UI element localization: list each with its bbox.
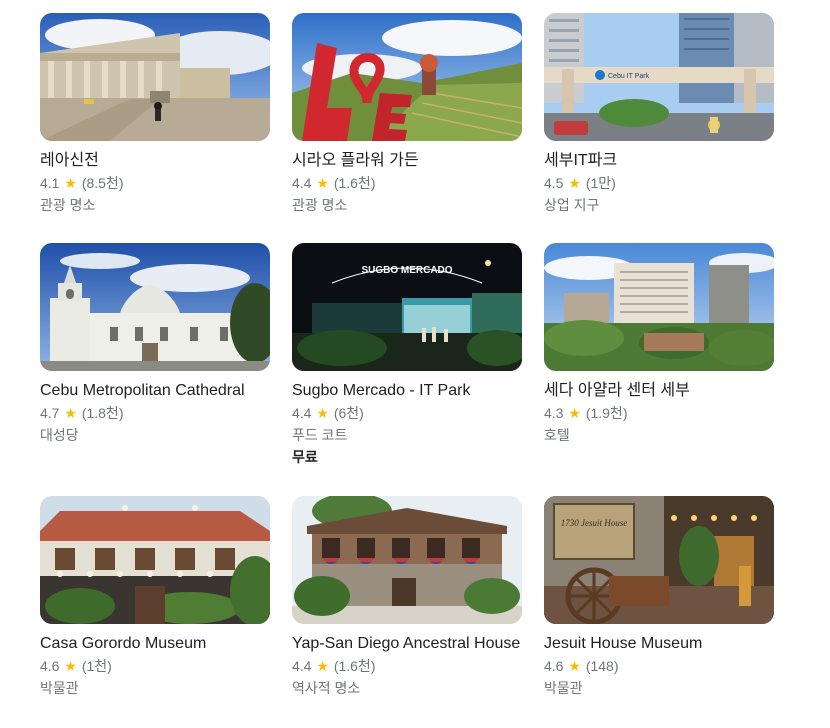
place-category: 역사적 명소 xyxy=(292,680,361,696)
place-title[interactable]: Cebu Metropolitan Cathedral xyxy=(40,379,270,402)
jesuit-house-photo: 1730 Jesuit House xyxy=(544,496,774,624)
place-title[interactable]: Yap-San Diego Ancestral House xyxy=(292,632,522,655)
place-photo[interactable] xyxy=(40,243,270,371)
cathedral-photo xyxy=(40,243,270,371)
rating-value: 4.1 xyxy=(40,175,60,191)
place-category: 대성당 xyxy=(40,427,79,443)
review-count: (1.6천) xyxy=(333,175,376,191)
review-count: (1.6천) xyxy=(333,658,376,674)
rating-row: 4.4 ★ (1.6천) xyxy=(292,172,522,194)
star-icon: ★ xyxy=(64,175,77,191)
rating-value: 4.4 xyxy=(292,658,312,674)
place-category: 관광 명소 xyxy=(40,197,96,213)
place-title[interactable]: 세부IT파크 xyxy=(544,149,774,172)
place-category: 상업 지구 xyxy=(544,197,600,213)
place-photo[interactable]: SUGBO MERCADO xyxy=(292,243,522,371)
place-category: 푸드 코트 xyxy=(292,427,348,443)
rating-value: 4.4 xyxy=(292,175,312,191)
place-category: 호텔 xyxy=(544,427,570,443)
place-card-sugbo-mercado[interactable]: SUGBO MERCADO Sugbo Mercado - IT Park 4.… xyxy=(292,243,522,468)
place-category: 박물관 xyxy=(40,680,79,696)
place-photo[interactable] xyxy=(292,496,522,624)
place-category: 관광 명소 xyxy=(292,197,348,213)
rating-row: 4.6 ★ (1천) xyxy=(40,655,270,677)
place-photo[interactable] xyxy=(40,496,270,624)
star-icon: ★ xyxy=(316,175,329,191)
place-title[interactable]: Jesuit House Museum xyxy=(544,632,774,655)
ancestral-house-photo xyxy=(292,496,522,624)
review-count: (1천) xyxy=(81,658,112,674)
place-photo[interactable]: 1730 Jesuit House xyxy=(544,496,774,624)
rating-row: 4.6 ★ (148) xyxy=(544,655,774,677)
rating-value: 4.6 xyxy=(544,658,564,674)
place-card-jesuit-house-museum[interactable]: 1730 Jesuit House Jesuit House Museum 4.… xyxy=(544,496,774,699)
market-sign-text: SUGBO MERCADO xyxy=(361,265,452,276)
place-card-seda-ayala-center[interactable]: 세다 아얄라 센터 세부 4.3 ★ (1.9천) 호텔 xyxy=(544,243,774,446)
price-label: 무료 xyxy=(292,449,318,465)
review-count: (148) xyxy=(585,658,619,674)
gate-sign-text: Cebu IT Park xyxy=(608,73,650,80)
place-title[interactable]: 레아신전 xyxy=(40,149,270,172)
rating-row: 4.3 ★ (1.9천) xyxy=(544,402,774,424)
review-count: (8.5천) xyxy=(81,175,124,191)
temple-photo xyxy=(40,13,270,141)
place-photo[interactable]: Cebu IT Park xyxy=(544,13,774,141)
star-icon: ★ xyxy=(64,405,77,421)
review-count: (1.8천) xyxy=(81,405,124,421)
place-title[interactable]: Sugbo Mercado - IT Park xyxy=(292,379,522,402)
review-count: (1.9천) xyxy=(585,405,628,421)
place-category: 박물관 xyxy=(544,680,583,696)
place-card-casa-gorordo-museum[interactable]: Casa Gorordo Museum 4.6 ★ (1천) 박물관 xyxy=(40,496,270,699)
review-count: (1만) xyxy=(585,175,616,191)
rating-value: 4.5 xyxy=(544,175,564,191)
star-icon: ★ xyxy=(568,405,581,421)
place-photo[interactable] xyxy=(544,243,774,371)
rating-row: 4.4 ★ (1.6천) xyxy=(292,655,522,677)
place-title[interactable]: Casa Gorordo Museum xyxy=(40,632,270,655)
review-count: (6천) xyxy=(333,405,364,421)
star-icon: ★ xyxy=(568,658,581,674)
rating-row: 4.7 ★ (1.8천) xyxy=(40,402,270,424)
place-photo[interactable] xyxy=(40,13,270,141)
star-icon: ★ xyxy=(316,405,329,421)
place-card-cebu-it-park[interactable]: Cebu IT Park 세부IT파크 4.5 ★ (1만) 상업 지구 xyxy=(544,13,774,216)
place-title[interactable]: 세다 아얄라 센터 세부 xyxy=(544,379,774,402)
it-park-photo: Cebu IT Park xyxy=(544,13,774,141)
rating-value: 4.4 xyxy=(292,405,312,421)
rating-value: 4.3 xyxy=(544,405,564,421)
rating-row: 4.4 ★ (6천) xyxy=(292,402,522,424)
rating-row: 4.1 ★ (8.5천) xyxy=(40,172,270,194)
place-card-yap-san-diego-ancestral-house[interactable]: Yap-San Diego Ancestral House 4.4 ★ (1.6… xyxy=(292,496,522,699)
place-photo[interactable] xyxy=(292,13,522,141)
star-icon: ★ xyxy=(64,658,77,674)
sugbo-mercado-photo: SUGBO MERCADO xyxy=(292,243,522,371)
hotel-photo xyxy=(544,243,774,371)
place-title[interactable]: 시라오 플라워 가든 xyxy=(292,149,522,172)
rating-value: 4.7 xyxy=(40,405,60,421)
rating-row: 4.5 ★ (1만) xyxy=(544,172,774,194)
star-icon: ★ xyxy=(316,658,329,674)
rating-value: 4.6 xyxy=(40,658,60,674)
place-card-temple-of-leah[interactable]: 레아신전 4.1 ★ (8.5천) 관광 명소 xyxy=(40,13,270,216)
place-card-sirao-flower-garden[interactable]: 시라오 플라워 가든 4.4 ★ (1.6천) 관광 명소 xyxy=(292,13,522,216)
star-icon: ★ xyxy=(568,175,581,191)
flower-garden-photo xyxy=(292,13,522,141)
casa-gorordo-photo xyxy=(40,496,270,624)
museum-sign-text: 1730 Jesuit House xyxy=(561,518,628,528)
place-card-cebu-metropolitan-cathedral[interactable]: Cebu Metropolitan Cathedral 4.7 ★ (1.8천)… xyxy=(40,243,270,446)
